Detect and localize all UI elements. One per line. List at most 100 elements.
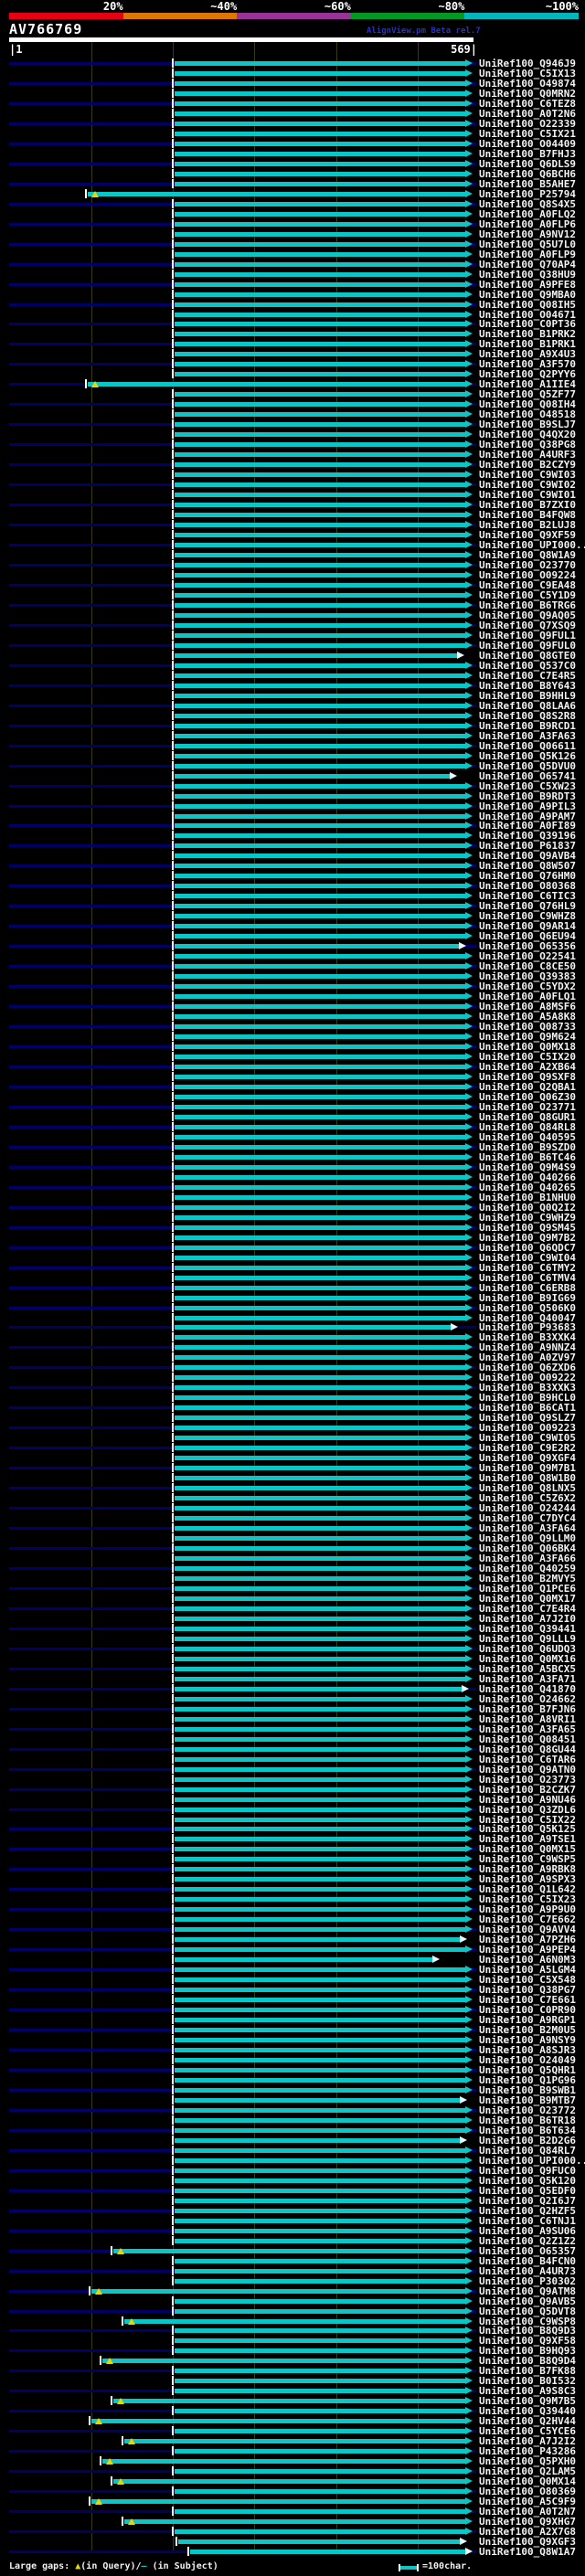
hit-bar[interactable] bbox=[175, 1907, 465, 1913]
hit-bar[interactable] bbox=[175, 1726, 465, 1732]
hit-bar[interactable] bbox=[175, 1174, 465, 1180]
hit-bar[interactable] bbox=[175, 783, 465, 789]
hit-bar[interactable] bbox=[175, 1065, 465, 1069]
hit-bar[interactable] bbox=[175, 2137, 460, 2143]
hit-bar[interactable] bbox=[175, 612, 465, 618]
hit-bar[interactable] bbox=[175, 1044, 465, 1050]
hit-bar[interactable] bbox=[175, 472, 465, 478]
hit-bar[interactable] bbox=[175, 442, 465, 448]
hit-bar[interactable] bbox=[175, 1998, 465, 2003]
hit-bar[interactable] bbox=[175, 2107, 465, 2113]
hit-bar[interactable] bbox=[175, 161, 465, 166]
hit-bar[interactable] bbox=[175, 803, 465, 809]
hit-bar[interactable] bbox=[175, 1285, 465, 1290]
hit-bar[interactable] bbox=[175, 2389, 465, 2394]
hit-bar[interactable] bbox=[175, 1827, 465, 1832]
hit-bar[interactable] bbox=[175, 1055, 465, 1060]
hit-bar[interactable] bbox=[175, 2087, 465, 2093]
hit-bar[interactable] bbox=[175, 622, 465, 628]
hit-bar[interactable] bbox=[175, 2489, 465, 2495]
hit-bar[interactable] bbox=[175, 111, 465, 116]
hit-bar[interactable] bbox=[175, 1074, 465, 1079]
hit-bar[interactable] bbox=[175, 984, 465, 990]
hit-bar[interactable] bbox=[175, 1275, 465, 1280]
hit-bar[interactable] bbox=[175, 1164, 465, 1170]
hit-bar[interactable] bbox=[175, 1937, 460, 1943]
hit-bar[interactable] bbox=[175, 1024, 465, 1030]
hit-bar[interactable] bbox=[175, 1375, 465, 1381]
hit-bar[interactable] bbox=[175, 874, 465, 879]
hit-bar[interactable] bbox=[175, 211, 465, 217]
hit-bar[interactable] bbox=[175, 503, 465, 508]
hit-bar[interactable] bbox=[175, 2048, 465, 2053]
hit-bar[interactable] bbox=[175, 713, 465, 718]
hit-bar[interactable] bbox=[175, 2238, 465, 2243]
hit-bar[interactable] bbox=[175, 1154, 465, 1160]
hit-bar[interactable] bbox=[175, 352, 465, 357]
hit-bar[interactable] bbox=[175, 1516, 465, 1521]
hit-bar[interactable] bbox=[175, 652, 457, 658]
hit-bar[interactable] bbox=[175, 1476, 465, 1481]
hit-bar[interactable] bbox=[175, 864, 465, 869]
hit-bar[interactable] bbox=[175, 1595, 465, 1601]
hit-bar[interactable] bbox=[175, 2157, 465, 2163]
hit-bar[interactable] bbox=[175, 1927, 465, 1933]
hit-bar[interactable] bbox=[175, 663, 465, 668]
hit-bar[interactable] bbox=[175, 1636, 465, 1641]
hit-bar[interactable] bbox=[175, 2429, 465, 2434]
hit-bar[interactable] bbox=[175, 1977, 465, 1983]
hit-bar[interactable] bbox=[175, 1646, 465, 1651]
hit-bar[interactable] bbox=[175, 1746, 465, 1752]
hit-bar[interactable] bbox=[175, 1235, 465, 1240]
hit-bar[interactable] bbox=[175, 914, 465, 919]
hit-bar[interactable] bbox=[175, 231, 465, 237]
hit-bar[interactable] bbox=[175, 1426, 465, 1431]
hit-bar[interactable] bbox=[175, 793, 465, 799]
hit-bar[interactable] bbox=[175, 80, 465, 86]
hit-bar[interactable] bbox=[175, 1224, 465, 1230]
hit-bar[interactable] bbox=[175, 1887, 465, 1892]
hit-bar[interactable] bbox=[175, 904, 465, 909]
hit-bar[interactable] bbox=[175, 2188, 465, 2193]
hit-bar[interactable] bbox=[175, 543, 465, 548]
hit-bar[interactable] bbox=[88, 191, 465, 196]
hit-bar[interactable] bbox=[175, 1084, 465, 1089]
hit-bar[interactable] bbox=[175, 1496, 465, 1501]
hit-bar[interactable] bbox=[91, 2499, 465, 2505]
hit-bar[interactable] bbox=[175, 673, 465, 678]
hit-bar[interactable] bbox=[175, 241, 465, 247]
hit-bar[interactable] bbox=[175, 642, 465, 648]
hit-bar[interactable] bbox=[175, 743, 465, 748]
hit-bar[interactable] bbox=[175, 2469, 465, 2475]
hit-bar[interactable] bbox=[175, 1957, 432, 1963]
hit-bar[interactable] bbox=[175, 2077, 465, 2083]
hit-bar[interactable] bbox=[175, 2097, 460, 2103]
hit-bar[interactable] bbox=[175, 763, 465, 769]
hit-bar[interactable] bbox=[175, 312, 465, 317]
hit-bar[interactable] bbox=[175, 1114, 465, 1119]
hit-bar[interactable] bbox=[175, 1456, 465, 1461]
hit-bar[interactable] bbox=[175, 2168, 465, 2173]
hit-bar[interactable] bbox=[175, 2068, 465, 2072]
hit-bar[interactable] bbox=[175, 1204, 465, 1210]
hit-bar[interactable] bbox=[175, 101, 465, 106]
hit-bar[interactable] bbox=[175, 121, 465, 126]
hit-bar[interactable] bbox=[175, 221, 465, 227]
hit-bar[interactable] bbox=[175, 964, 465, 970]
hit-bar[interactable] bbox=[175, 1666, 465, 1671]
hit-bar[interactable] bbox=[175, 1797, 465, 1802]
hit-bar[interactable] bbox=[175, 1676, 465, 1681]
hit-bar[interactable] bbox=[175, 322, 465, 327]
hit-bar[interactable] bbox=[175, 1988, 465, 1993]
hit-bar[interactable] bbox=[175, 281, 465, 287]
hit-bar[interactable] bbox=[175, 1405, 465, 1411]
hit-bar[interactable] bbox=[175, 271, 465, 277]
hit-bar[interactable] bbox=[175, 533, 465, 538]
hit-bar[interactable] bbox=[175, 1556, 465, 1562]
hit-bar[interactable] bbox=[175, 2208, 465, 2213]
hit-bar[interactable] bbox=[175, 151, 465, 156]
hit-bar[interactable] bbox=[175, 1436, 465, 1441]
hit-bar[interactable] bbox=[175, 2117, 465, 2123]
hit-bar[interactable] bbox=[175, 332, 465, 337]
hit-bar[interactable] bbox=[175, 1134, 465, 1140]
